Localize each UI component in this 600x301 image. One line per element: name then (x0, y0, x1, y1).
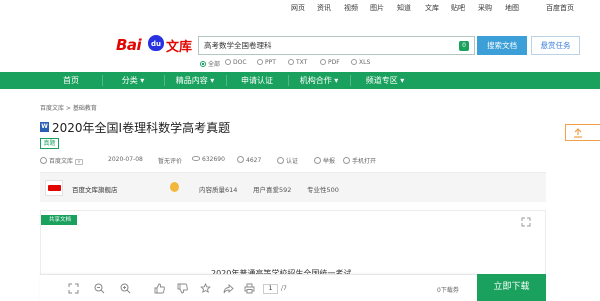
chevron-down-icon: v (75, 159, 84, 165)
eye-icon (192, 156, 200, 161)
store-name[interactable]: 百度文库旗舰店 (72, 184, 118, 194)
filter-txt[interactable]: TXT (288, 59, 307, 66)
star-icon[interactable] (200, 283, 211, 294)
upload-arrow-icon (573, 128, 583, 138)
top-link-images[interactable]: 图片 (370, 3, 384, 13)
radio-icon (257, 59, 263, 65)
page-title: 2020年全国Ⅰ卷理科数学高考真题 (52, 121, 231, 135)
download-coupon-cost: 0下载券 (437, 287, 459, 294)
doc-meta: 百度文库 v 2020-07-08 暂无评价 632690 4627 认证 举报 … (40, 156, 560, 166)
shield-icon (277, 157, 284, 164)
stat-professional: 专业性500 (307, 186, 339, 194)
downloads-count: 4627 (237, 156, 261, 164)
print-icon[interactable] (244, 283, 255, 294)
thumbs-up-icon[interactable] (154, 283, 165, 294)
doc-tag[interactable]: 真题 (40, 138, 59, 149)
top-link-web[interactable]: 网页 (291, 3, 305, 13)
radio-icon (351, 59, 357, 65)
reader-toolbar: 1 /7 0下载券 (40, 274, 477, 301)
search-box: 0 (198, 36, 475, 55)
views-count: 632690 (192, 156, 225, 163)
report-link[interactable]: 举报 (314, 156, 335, 165)
rating: 暂无评价 (158, 158, 183, 165)
top-link-tieba[interactable]: 贴吧 (451, 3, 465, 13)
stat-quality: 内容质量614 (199, 186, 238, 194)
nav-org-coop[interactable]: 机构合作 ▾ (288, 72, 350, 89)
share-icon[interactable] (223, 283, 234, 294)
expand-icon[interactable] (68, 283, 79, 294)
paw-icon: du (148, 35, 164, 51)
phone-icon (343, 157, 350, 164)
page-number-input[interactable]: 1 (263, 284, 278, 294)
stat-likes: 用户喜爱592 (253, 186, 292, 194)
warning-icon (314, 157, 321, 164)
author-link[interactable]: 百度文库 v (40, 156, 84, 165)
nav-category[interactable]: 分类 ▾ (102, 72, 164, 89)
filter-pdf[interactable]: PDF (320, 59, 340, 66)
download-now-button[interactable]: 立即下载 (477, 274, 546, 301)
author-bar: 百度文库旗舰店 内容质量614 用户喜爱592 专业性500 (40, 172, 546, 202)
top-link-wenku[interactable]: 文库 (425, 3, 439, 13)
top-link-news[interactable]: 资讯 (317, 3, 331, 13)
main-nav: 首页 分类 ▾ 精品内容 ▾ 申请认证 机构合作 ▾ 频道专区 ▾ (0, 72, 600, 89)
top-link-zhidao[interactable]: 知道 (397, 3, 411, 13)
upload-date: 2020-07-08 (108, 156, 143, 163)
top-links-bar: 网页 资讯 视频 图片 知道 文库 贴吧 采购 地图 百度首页 (0, 0, 600, 14)
medal-icon (170, 182, 179, 192)
filter-xls[interactable]: XLS (351, 59, 370, 66)
reward-task-button[interactable]: 悬赏任务 (531, 36, 580, 55)
nav-apply-cert[interactable]: 申请认证 (226, 72, 288, 89)
nav-premium[interactable]: 精品内容 ▾ (164, 72, 226, 89)
baidu-wenku-logo[interactable]: Bai du 文库 (116, 34, 198, 56)
user-icon (40, 157, 47, 164)
nav-home[interactable]: 首页 (40, 72, 102, 89)
clear-search-icon[interactable]: 0 (459, 41, 469, 51)
download-icon (237, 156, 244, 163)
store-logo[interactable] (45, 180, 63, 196)
top-link-caigou[interactable]: 采购 (478, 3, 492, 13)
search-input[interactable] (199, 37, 454, 54)
shared-doc-ribbon: 共享文档 (41, 215, 78, 225)
mobile-open-link[interactable]: 手机打开 (343, 156, 376, 165)
top-link-video[interactable]: 视频 (344, 3, 358, 13)
zoom-out-icon[interactable] (94, 283, 105, 294)
radio-icon (320, 59, 326, 65)
breadcrumb[interactable]: 百度文库 > 基础教育 (40, 103, 97, 112)
filter-ppt[interactable]: PPT (257, 59, 276, 66)
side-share-tab[interactable] (565, 124, 600, 141)
search-docs-button[interactable]: 搜索文档 (477, 36, 527, 55)
radio-icon (288, 59, 294, 65)
filter-all[interactable]: 全部 (200, 59, 220, 68)
top-link-map[interactable]: 地图 (505, 3, 519, 13)
certified-badge[interactable]: 认证 (277, 156, 298, 165)
page-total: /7 (281, 285, 287, 292)
radio-checked-icon (200, 61, 206, 67)
nav-channels[interactable]: 频道专区 ▾ (350, 72, 420, 89)
thumbs-down-icon[interactable] (177, 283, 188, 294)
word-doc-icon: W (40, 122, 49, 132)
filter-doc[interactable]: DOC (225, 59, 247, 66)
zoom-in-icon[interactable] (120, 283, 131, 294)
top-link-baidu-home[interactable]: 百度首页 (546, 3, 574, 13)
radio-icon (225, 59, 231, 65)
fullscreen-icon[interactable] (521, 217, 531, 227)
